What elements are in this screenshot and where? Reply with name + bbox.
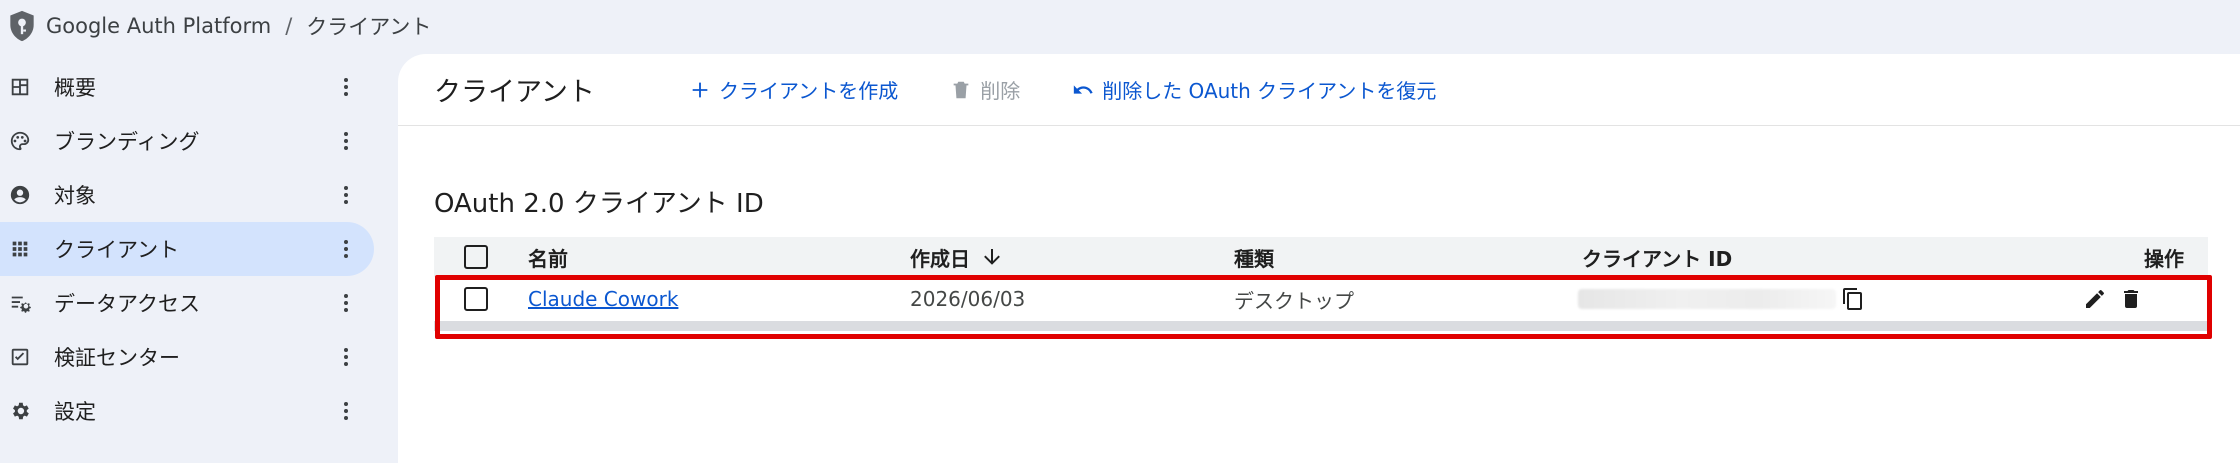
sidebar-item-label: 概要 <box>54 76 96 100</box>
sidebar-item-label: ブランディング <box>54 130 200 154</box>
main-panel: クライアント クライアントを作成 削除 削除した OAuth クライアントを復元… <box>398 54 2240 463</box>
sidebar-item-audience[interactable]: 対象 <box>0 168 374 222</box>
row-checkbox[interactable] <box>464 287 488 311</box>
more-vert-icon[interactable] <box>332 397 360 425</box>
sidebar-item-branding[interactable]: ブランディング <box>0 114 374 168</box>
client-type: デスクトップ <box>1234 288 1354 313</box>
undo-icon <box>1074 84 1093 94</box>
client-name-link[interactable]: Claude Cowork <box>528 287 678 311</box>
create-client-label: クライアントを作成 <box>719 79 899 103</box>
client-id-redacted <box>1578 289 1836 309</box>
more-vert-icon[interactable] <box>332 127 360 155</box>
table-header: 名前 作成日 種類 クライアント ID 操作 <box>434 237 2208 277</box>
sidebar-item-label: 検証センター <box>54 346 180 370</box>
dashboard-icon <box>8 75 32 99</box>
more-vert-icon[interactable] <box>332 73 360 101</box>
sidebar-item-settings[interactable]: 設定 <box>0 384 374 438</box>
header-name[interactable]: 名前 <box>528 243 568 272</box>
sidebar-item-clients[interactable]: クライアント <box>0 222 374 276</box>
more-vert-icon[interactable] <box>332 181 360 209</box>
trash-icon <box>953 81 969 98</box>
header-client-id[interactable]: クライアント ID <box>1582 243 1732 272</box>
sidebar-item-label: データアクセス <box>54 292 200 316</box>
data-settings-icon <box>8 291 32 315</box>
copy-icon[interactable] <box>1840 286 1866 312</box>
more-vert-icon[interactable] <box>332 235 360 263</box>
delete-label: 削除 <box>980 79 1021 103</box>
edit-icon[interactable] <box>2082 286 2108 312</box>
breadcrumb-separator: / <box>285 14 293 38</box>
breadcrumb-app[interactable]: Google Auth Platform <box>46 14 271 38</box>
client-created-date: 2026/06/03 <box>910 287 1026 311</box>
apps-grid-icon <box>8 237 32 261</box>
header-created-label: 作成日 <box>910 246 970 271</box>
check-box-icon <box>8 345 32 369</box>
shield-key-icon <box>10 10 34 42</box>
sidebar-item-overview[interactable]: 概要 <box>0 60 374 114</box>
breadcrumb: Google Auth Platform / クライアント <box>0 0 2240 52</box>
sidebar-item-label: 設定 <box>54 400 96 424</box>
header-created[interactable]: 作成日 <box>910 243 1004 272</box>
create-client-button[interactable]: クライアントを作成 <box>689 75 898 104</box>
sidebar-item-label: 対象 <box>54 184 96 208</box>
clients-table: 名前 作成日 種類 クライアント ID 操作 Claude Cowork 202… <box>434 237 2208 331</box>
breadcrumb-current: クライアント <box>306 15 432 39</box>
table-footer-bar <box>434 321 2208 331</box>
restore-deleted-clients-button[interactable]: 削除した OAuth クライアントを復元 <box>1072 75 1436 104</box>
more-vert-icon[interactable] <box>332 289 360 317</box>
page-title: クライアント <box>434 77 595 108</box>
gear-icon <box>8 399 32 423</box>
delete-button[interactable]: 削除 <box>950 75 1020 104</box>
toolbar: クライアント クライアントを作成 削除 削除した OAuth クライアントを復元 <box>398 54 2240 126</box>
sidebar-item-data-access[interactable]: データアクセス <box>0 276 374 330</box>
sidebar-item-label: クライアント <box>54 238 180 262</box>
palette-icon <box>8 129 32 153</box>
plus-icon <box>692 82 708 97</box>
sidebar-item-verification-center[interactable]: 検証センター <box>0 330 374 384</box>
header-actions: 操作 <box>2144 246 2184 271</box>
table-row: Claude Cowork 2026/06/03 デスクトップ <box>434 277 2208 321</box>
more-vert-icon[interactable] <box>332 343 360 371</box>
delete-row-icon[interactable] <box>2118 286 2144 312</box>
header-type[interactable]: 種類 <box>1234 243 1274 272</box>
select-all-checkbox[interactable] <box>464 245 488 269</box>
sidebar: 概要 ブランディング 対象 クライアント データアクセス 検証センター 設定 <box>0 60 374 438</box>
arrow-down-icon <box>984 249 1000 265</box>
account-circle-icon <box>8 183 32 207</box>
section-title: OAuth 2.0 クライアント ID <box>434 189 764 219</box>
restore-label: 削除した OAuth クライアントを復元 <box>1102 79 1437 103</box>
